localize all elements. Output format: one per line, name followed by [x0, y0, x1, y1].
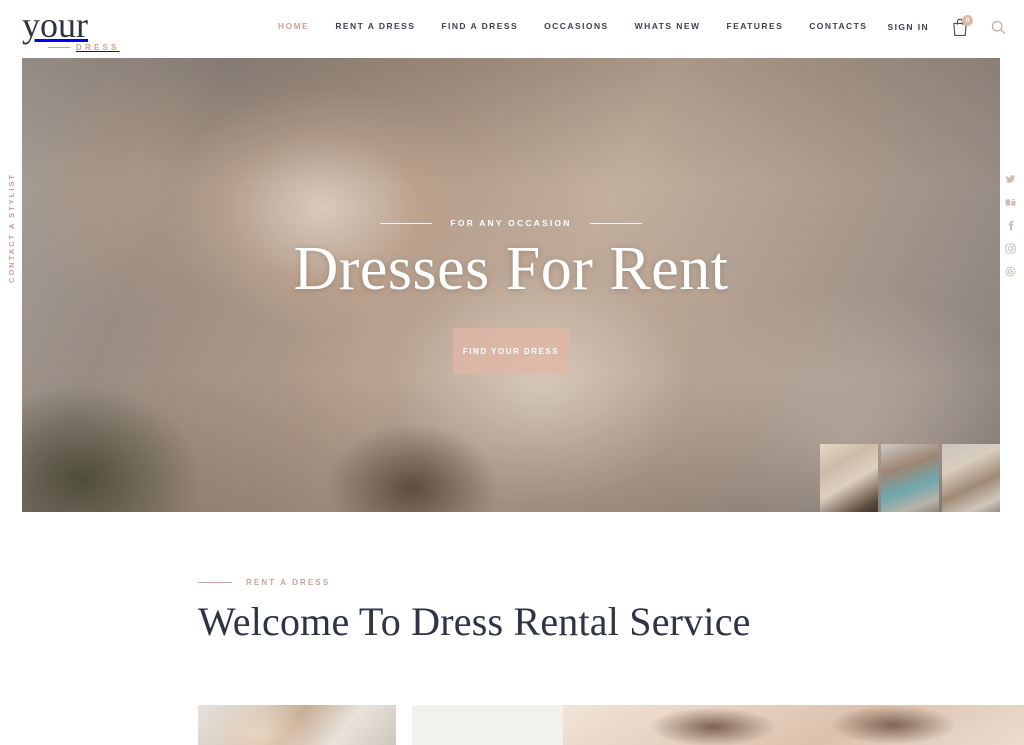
facebook-icon[interactable] — [1005, 218, 1016, 231]
search-icon[interactable] — [991, 20, 1006, 35]
slide-thumb-3[interactable] — [942, 444, 1000, 512]
logo-dash-icon — [48, 47, 70, 48]
contact-stylist-label: CONTACT A STYLIST — [6, 173, 16, 283]
cart-badge: 0 — [962, 15, 973, 26]
header-actions: SIGN IN 0 — [888, 15, 1006, 37]
section-rule-icon — [198, 582, 232, 583]
shopping-bag-icon[interactable]: 0 — [951, 15, 973, 37]
nav-item-rent-a-dress[interactable]: RENT A DRESS — [335, 21, 415, 31]
hero-thumbnail-strip — [820, 444, 1000, 512]
contact-stylist-rail[interactable]: CONTACT A STYLIST — [0, 173, 22, 283]
section-label-row: RENT A DRESS — [198, 578, 751, 587]
about-image-left — [198, 705, 396, 745]
hero-title: Dresses For Rent — [293, 235, 729, 303]
welcome-section: RENT A DRESS Welcome To Dress Rental Ser… — [198, 578, 751, 645]
behance-icon[interactable] — [1005, 195, 1016, 206]
about-image-right — [563, 705, 1024, 745]
section-label: RENT A DRESS — [246, 578, 331, 587]
nav-item-contacts[interactable]: CONTACTS — [809, 21, 867, 31]
about-beige-block — [412, 705, 563, 745]
nav-item-occasions[interactable]: OCCASIONS — [544, 21, 609, 31]
nav-item-features[interactable]: FEATURES — [726, 21, 783, 31]
find-your-dress-button[interactable]: FIND YOUR DRESS — [452, 328, 570, 374]
nav-item-home[interactable]: HOME — [278, 21, 309, 31]
hero-slider: FOR ANY OCCASION Dresses For Rent FIND Y… — [22, 58, 1000, 512]
social-rail — [1000, 172, 1020, 277]
instagram-icon[interactable] — [1004, 241, 1016, 254]
hero-rule-left-icon — [380, 222, 433, 224]
hero-eyebrow: FOR ANY OCCASION — [450, 218, 572, 228]
about-media-row — [198, 705, 1024, 745]
main-navigation: HOME RENT A DRESS FIND A DRESS OCCASIONS… — [278, 21, 867, 31]
page-root: your DRESS HOME RENT A DRESS FIND A DRES… — [0, 0, 1024, 745]
hero-eyebrow-row: FOR ANY OCCASION — [380, 218, 642, 228]
hero-content: FOR ANY OCCASION Dresses For Rent FIND Y… — [22, 218, 1000, 374]
logo-tagline: DRESS — [76, 43, 120, 52]
slide-thumb-1[interactable] — [820, 444, 878, 512]
site-logo[interactable]: your DRESS — [22, 5, 142, 52]
site-header: your DRESS HOME RENT A DRESS FIND A DRES… — [0, 0, 1024, 58]
nav-item-whats-new[interactable]: WHATS NEW — [635, 21, 701, 31]
find-your-dress-label: FIND YOUR DRESS — [462, 346, 560, 356]
google-plus-icon[interactable] — [1004, 264, 1016, 277]
nav-item-find-a-dress[interactable]: FIND A DRESS — [441, 21, 518, 31]
twitter-icon[interactable] — [1004, 172, 1016, 184]
logo-wordmark: your — [22, 5, 88, 45]
slide-thumb-2[interactable] — [881, 444, 939, 512]
section-title: Welcome To Dress Rental Service — [198, 599, 751, 644]
sign-in-link[interactable]: SIGN IN — [888, 22, 929, 32]
hero-rule-right-icon — [589, 222, 642, 224]
